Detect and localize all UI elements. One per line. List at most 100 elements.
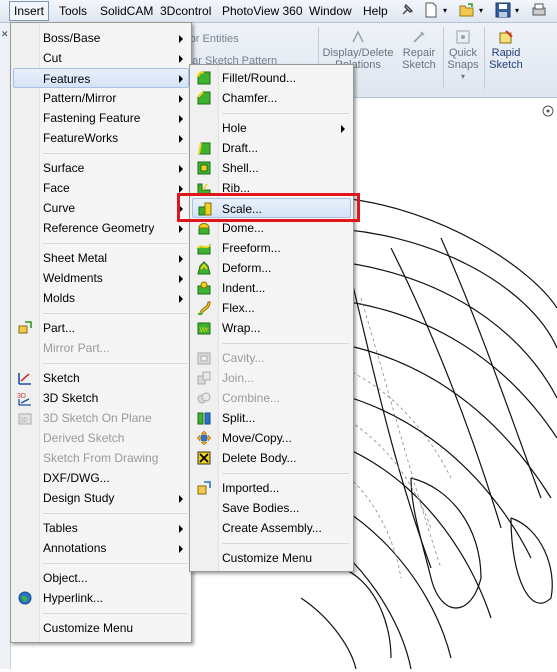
rapid-sketch-button[interactable]: Rapid Sketch (488, 29, 524, 71)
insert-item-part[interactable]: Part... (13, 318, 189, 338)
insert-item-tables[interactable]: Tables (13, 518, 189, 538)
menu-separator (43, 363, 187, 364)
menu-solidcam[interactable]: SolidCAM (96, 3, 157, 19)
menu-tools[interactable]: Tools (55, 3, 91, 19)
flex-icon (198, 301, 211, 315)
quick-snaps-button[interactable]: Quick Snaps ▾ (446, 29, 480, 83)
submenu-arrow-icon (179, 95, 183, 103)
menu-label: Combine... (222, 391, 281, 405)
view-orientation-icon[interactable] (541, 104, 555, 118)
relations-icon (352, 30, 364, 43)
feature-item-create-assembly[interactable]: Create Assembly... (192, 518, 351, 538)
scale-highlight-annotation (177, 193, 360, 222)
menu-label: Mirror Part... (43, 341, 110, 355)
save-icon[interactable] (494, 1, 512, 19)
menu-label: Customize Menu (222, 551, 313, 565)
insert-item-featureworks[interactable]: FeatureWorks (13, 128, 189, 148)
insert-item-3d-sketch[interactable]: 3D 3D Sketch (13, 388, 189, 408)
pin-icon[interactable] (398, 1, 416, 19)
feature-item-fillet-round[interactable]: Fillet/Round... (192, 68, 351, 88)
insert-item-weldments[interactable]: Weldments (13, 268, 189, 288)
menu-label: FeatureWorks (43, 131, 119, 145)
submenu-arrow-icon (179, 255, 183, 263)
insert-item-curve[interactable]: Curve (13, 198, 189, 218)
quick-snaps-dropdown-icon[interactable]: ▾ (446, 71, 480, 83)
print-icon[interactable] (530, 1, 548, 19)
menu-bar: Insert Tools SolidCAM 3Dcontrol PhotoVie… (0, 0, 557, 23)
insert-item-molds[interactable]: Molds (13, 288, 189, 308)
feature-item-save-bodies[interactable]: Save Bodies... (192, 498, 351, 518)
menu-label: Create Assembly... (222, 521, 322, 535)
insert-item-design-study[interactable]: Design Study (13, 488, 189, 508)
insert-item-dxf-dwg[interactable]: DXF/DWG... (13, 468, 189, 488)
features-submenu: Fillet/Round... Chamfer... Hole Draft...… (189, 64, 354, 572)
feature-item-wrap[interactable]: Wr Wrap... (192, 318, 351, 338)
save-dropdown-icon[interactable]: ▾ (515, 6, 519, 15)
new-document-icon[interactable] (422, 1, 440, 19)
delete-body-icon (197, 451, 211, 465)
insert-item-features[interactable]: Features (13, 68, 189, 88)
insert-item-3d-sketch-on-plane: 3D 3D Sketch On Plane (13, 408, 189, 428)
insert-item-sheet-metal[interactable]: Sheet Metal (13, 248, 189, 268)
insert-item-fastening-feature[interactable]: Fastening Feature (13, 108, 189, 128)
submenu-arrow-icon (179, 495, 183, 503)
ribbon-separator (443, 27, 444, 89)
feature-item-deform[interactable]: Deform... (192, 258, 351, 278)
menu-label: Part... (43, 321, 76, 335)
insert-item-boss-base[interactable]: Boss/Base (13, 28, 189, 48)
menu-insert[interactable]: Insert (9, 1, 50, 21)
feature-item-chamfer[interactable]: Chamfer... (192, 88, 351, 108)
feature-item-split[interactable]: Split... (192, 408, 351, 428)
feature-item-imported[interactable]: Imported... (192, 478, 351, 498)
menu-photoview[interactable]: PhotoView 360 (218, 3, 307, 19)
menu-label: Curve (43, 201, 76, 215)
hyperlink-globe-icon (18, 591, 32, 605)
insert-item-cut[interactable]: Cut (13, 48, 189, 68)
insert-item-annotations[interactable]: Annotations (13, 538, 189, 558)
insert-item-sketch[interactable]: Sketch (13, 368, 189, 388)
sketch-icon (18, 373, 31, 385)
insert-item-surface[interactable]: Surface (13, 158, 189, 178)
menu-label: Join... (222, 371, 255, 385)
open-folder-icon[interactable] (458, 1, 476, 19)
insert-item-face[interactable]: Face (13, 178, 189, 198)
insert-item-object[interactable]: Object... (13, 568, 189, 588)
menu-label: Hyperlink... (43, 591, 104, 605)
feature-item-freeform[interactable]: Freeform... (192, 238, 351, 258)
feature-item-customize-menu[interactable]: Customize Menu (192, 548, 351, 568)
menu-label: Indent... (222, 281, 266, 295)
menu-separator (222, 473, 349, 474)
svg-text:3D: 3D (20, 418, 28, 424)
insert-item-customize-menu[interactable]: Customize Menu (13, 618, 189, 638)
feature-item-cavity: Cavity... (192, 348, 351, 368)
insert-item-reference-geometry[interactable]: Reference Geometry (13, 218, 189, 238)
feature-item-indent[interactable]: Indent... (192, 278, 351, 298)
menu-separator (222, 113, 349, 114)
repair-sketch-button[interactable]: Repair Sketch (398, 29, 440, 71)
menu-help[interactable]: Help (359, 3, 392, 19)
new-dropdown-icon[interactable]: ▾ (443, 6, 447, 15)
menu-3dcontrol[interactable]: 3Dcontrol (156, 3, 215, 19)
feature-item-move-copy[interactable]: Move/Copy... (192, 428, 351, 448)
menu-label: Draft... (222, 141, 259, 155)
open-dropdown-icon[interactable]: ▾ (479, 6, 483, 15)
feature-item-draft[interactable]: Draft... (192, 138, 351, 158)
menu-label: Flex... (222, 301, 255, 315)
dome-icon (198, 223, 210, 235)
menu-separator (43, 563, 187, 564)
menu-label: Annotations (43, 541, 107, 555)
insert-item-hyperlink[interactable]: Hyperlink... (13, 588, 189, 608)
quick-snaps-label: Quick Snaps (447, 47, 479, 71)
wrap-icon: Wr (197, 322, 211, 335)
panel-collapse-icon[interactable]: ✕ (1, 29, 9, 40)
insert-item-pattern-mirror[interactable]: Pattern/Mirror (13, 88, 189, 108)
menu-label: Features (43, 72, 91, 86)
mirror-entities-label[interactable]: ror Entities (186, 33, 239, 45)
feature-item-flex[interactable]: Flex... (192, 298, 351, 318)
feature-item-shell[interactable]: Shell... (192, 158, 351, 178)
menu-window[interactable]: Window (305, 3, 356, 19)
menu-label: 3D Sketch (43, 391, 99, 405)
quick-snaps-icon (456, 30, 470, 44)
feature-item-delete-body[interactable]: Delete Body... (192, 448, 351, 468)
feature-item-hole[interactable]: Hole (192, 118, 351, 138)
